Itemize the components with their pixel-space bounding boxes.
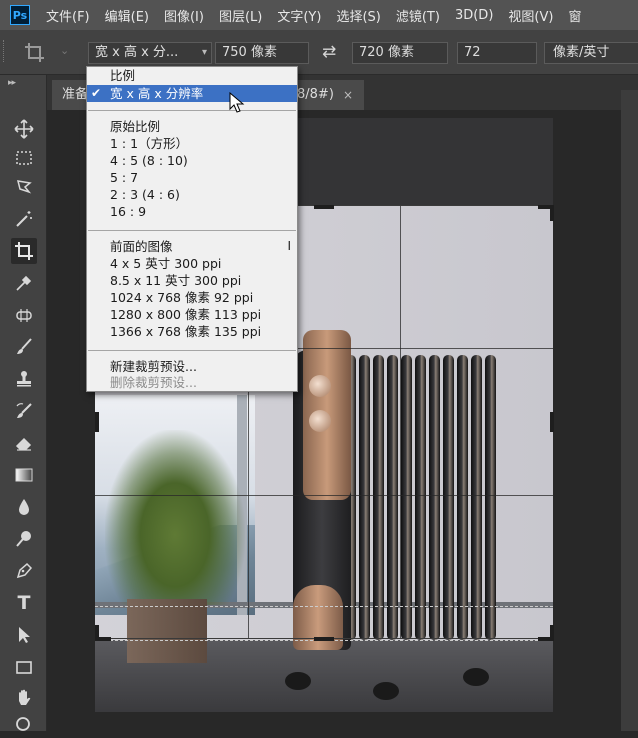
blur-icon[interactable] bbox=[11, 494, 37, 520]
crop-grid-line bbox=[400, 205, 401, 639]
dropdown-item-ratio[interactable]: 4 : 5 (8 : 10) bbox=[87, 152, 297, 169]
document-tab-suffix: 8/8#) bbox=[297, 87, 334, 102]
magic-wand-icon[interactable] bbox=[11, 206, 37, 232]
type-icon[interactable]: T bbox=[11, 590, 37, 616]
dropdown-header-ratio[interactable]: 比例 bbox=[87, 67, 297, 84]
menu-layer[interactable]: 图层(L) bbox=[219, 6, 262, 25]
move-icon[interactable] bbox=[11, 116, 37, 142]
healing-icon[interactable] bbox=[11, 302, 37, 328]
dodge-icon[interactable] bbox=[11, 526, 37, 552]
menu-3d[interactable]: 3D(D) bbox=[455, 8, 493, 23]
heater-knob bbox=[309, 410, 331, 432]
menu-type[interactable]: 文字(Y) bbox=[277, 6, 321, 25]
menu-file[interactable]: 文件(F) bbox=[46, 6, 90, 25]
collapse-panel-icon[interactable]: ▸▸ bbox=[8, 78, 16, 88]
dropdown-item-label: 前面的图像 bbox=[110, 239, 173, 254]
right-panel-edge bbox=[621, 90, 638, 731]
ratio-preset-select[interactable]: 宽 x 高 x 分... ▾ bbox=[88, 42, 212, 64]
dropdown-item-ratio[interactable]: 2 : 3 (4 : 6) bbox=[87, 186, 297, 203]
ratio-preset-value: 宽 x 高 x 分... bbox=[95, 45, 179, 60]
pen-icon[interactable] bbox=[11, 558, 37, 584]
zoom-icon[interactable] bbox=[11, 712, 37, 738]
height-field[interactable]: 720 像素 bbox=[352, 42, 448, 64]
ratio-preset-dropdown: 比例 ✔ 宽 x 高 x 分辨率 原始比例 1 : 1（方形） 4 : 5 (8… bbox=[86, 66, 298, 392]
swap-dimensions-icon[interactable]: ⇄ bbox=[322, 42, 336, 62]
plant bbox=[105, 430, 245, 605]
crop-handle[interactable] bbox=[314, 637, 334, 641]
history-brush-icon[interactable] bbox=[11, 398, 37, 424]
close-icon[interactable]: × bbox=[343, 80, 353, 110]
resolution-field[interactable]: 72 bbox=[457, 42, 537, 64]
rectangle-icon[interactable] bbox=[11, 654, 37, 680]
crop-tool-preset-icon[interactable] bbox=[24, 42, 46, 69]
menu-window[interactable]: 窗 bbox=[568, 6, 581, 25]
dropdown-item-size[interactable]: 4 x 5 英寸 300 ppi bbox=[87, 255, 297, 272]
crop-handle[interactable] bbox=[550, 412, 554, 432]
eyedropper-icon[interactable] bbox=[11, 270, 37, 296]
dropdown-item-label: 宽 x 高 x 分辨率 bbox=[110, 86, 204, 101]
chevron-down-icon: ▾ bbox=[201, 47, 207, 58]
gradient-icon[interactable] bbox=[11, 462, 37, 488]
brush-icon[interactable] bbox=[11, 334, 37, 360]
dropdown-separator bbox=[88, 350, 296, 351]
resolution-unit-select[interactable]: 像素/英寸 bbox=[544, 42, 638, 64]
dropdown-separator bbox=[88, 230, 296, 231]
stamp-icon[interactable] bbox=[11, 366, 37, 392]
menu-bar: Ps 文件(F) 编辑(E) 图像(I) 图层(L) 文字(Y) 选择(S) 滤… bbox=[0, 0, 638, 30]
width-value: 750 像素 bbox=[222, 45, 277, 60]
marquee-line bbox=[95, 606, 553, 607]
plant-pot bbox=[127, 599, 207, 663]
dropdown-item-delete-preset: 删除裁剪预设... bbox=[110, 375, 197, 390]
dropdown-item-size[interactable]: 1280 x 800 像素 113 ppi bbox=[87, 306, 297, 323]
menu-view[interactable]: 视图(V) bbox=[508, 6, 553, 25]
menu-filter[interactable]: 滤镜(T) bbox=[396, 6, 440, 25]
dropdown-item-selected[interactable]: ✔ 宽 x 高 x 分辨率 bbox=[87, 85, 297, 102]
dropdown-item-original-ratio[interactable]: 原始比例 bbox=[87, 118, 297, 135]
crop-handle[interactable] bbox=[95, 412, 99, 432]
chevron-down-icon[interactable]: ⌄ bbox=[60, 44, 69, 57]
photoshop-logo: Ps bbox=[10, 5, 30, 25]
width-field[interactable]: 750 像素 bbox=[215, 42, 309, 64]
heater-knob bbox=[309, 375, 331, 397]
resolution-unit-value: 像素/英寸 bbox=[553, 45, 610, 60]
options-grip bbox=[3, 40, 7, 62]
lasso-icon[interactable] bbox=[11, 174, 37, 200]
dropdown-item-ratio[interactable]: 16 : 9 bbox=[87, 203, 297, 220]
menu-select[interactable]: 选择(S) bbox=[336, 6, 380, 25]
dropdown-item-size[interactable]: 1024 x 768 像素 92 ppi bbox=[87, 289, 297, 306]
dropdown-item-new-preset[interactable]: 新建裁剪预设... bbox=[87, 358, 297, 375]
crop-icon[interactable] bbox=[11, 238, 37, 264]
mouse-cursor-icon bbox=[229, 92, 245, 113]
marquee-icon[interactable] bbox=[11, 145, 37, 171]
height-value: 720 像素 bbox=[359, 45, 414, 60]
crop-grid-line bbox=[95, 495, 553, 496]
dropdown-item-size[interactable]: 1366 x 768 像素 135 ppi bbox=[87, 323, 297, 340]
resolution-value: 72 bbox=[464, 45, 481, 60]
dropdown-item-ratio[interactable]: 5 : 7 bbox=[87, 169, 297, 186]
document-tab-title: 准备 bbox=[62, 87, 89, 102]
path-select-icon[interactable] bbox=[11, 622, 37, 648]
dropdown-item-front-image[interactable]: 前面的图像 I bbox=[87, 238, 297, 255]
crop-handle[interactable] bbox=[550, 205, 554, 221]
menu-edit[interactable]: 编辑(E) bbox=[105, 6, 149, 25]
crop-handle[interactable] bbox=[95, 637, 111, 641]
menu-image[interactable]: 图像(I) bbox=[164, 6, 204, 25]
dropdown-separator bbox=[88, 110, 296, 111]
dropdown-item-ratio[interactable]: 1 : 1（方形） bbox=[87, 135, 297, 152]
dropdown-item-size[interactable]: 8.5 x 11 英寸 300 ppi bbox=[87, 272, 297, 289]
dropdown-shortcut: I bbox=[287, 239, 291, 253]
crop-handle[interactable] bbox=[538, 637, 554, 641]
checkmark-icon: ✔ bbox=[91, 86, 102, 100]
crop-handle[interactable] bbox=[314, 205, 334, 209]
eraser-icon[interactable] bbox=[11, 430, 37, 456]
hand-icon[interactable] bbox=[11, 684, 37, 710]
